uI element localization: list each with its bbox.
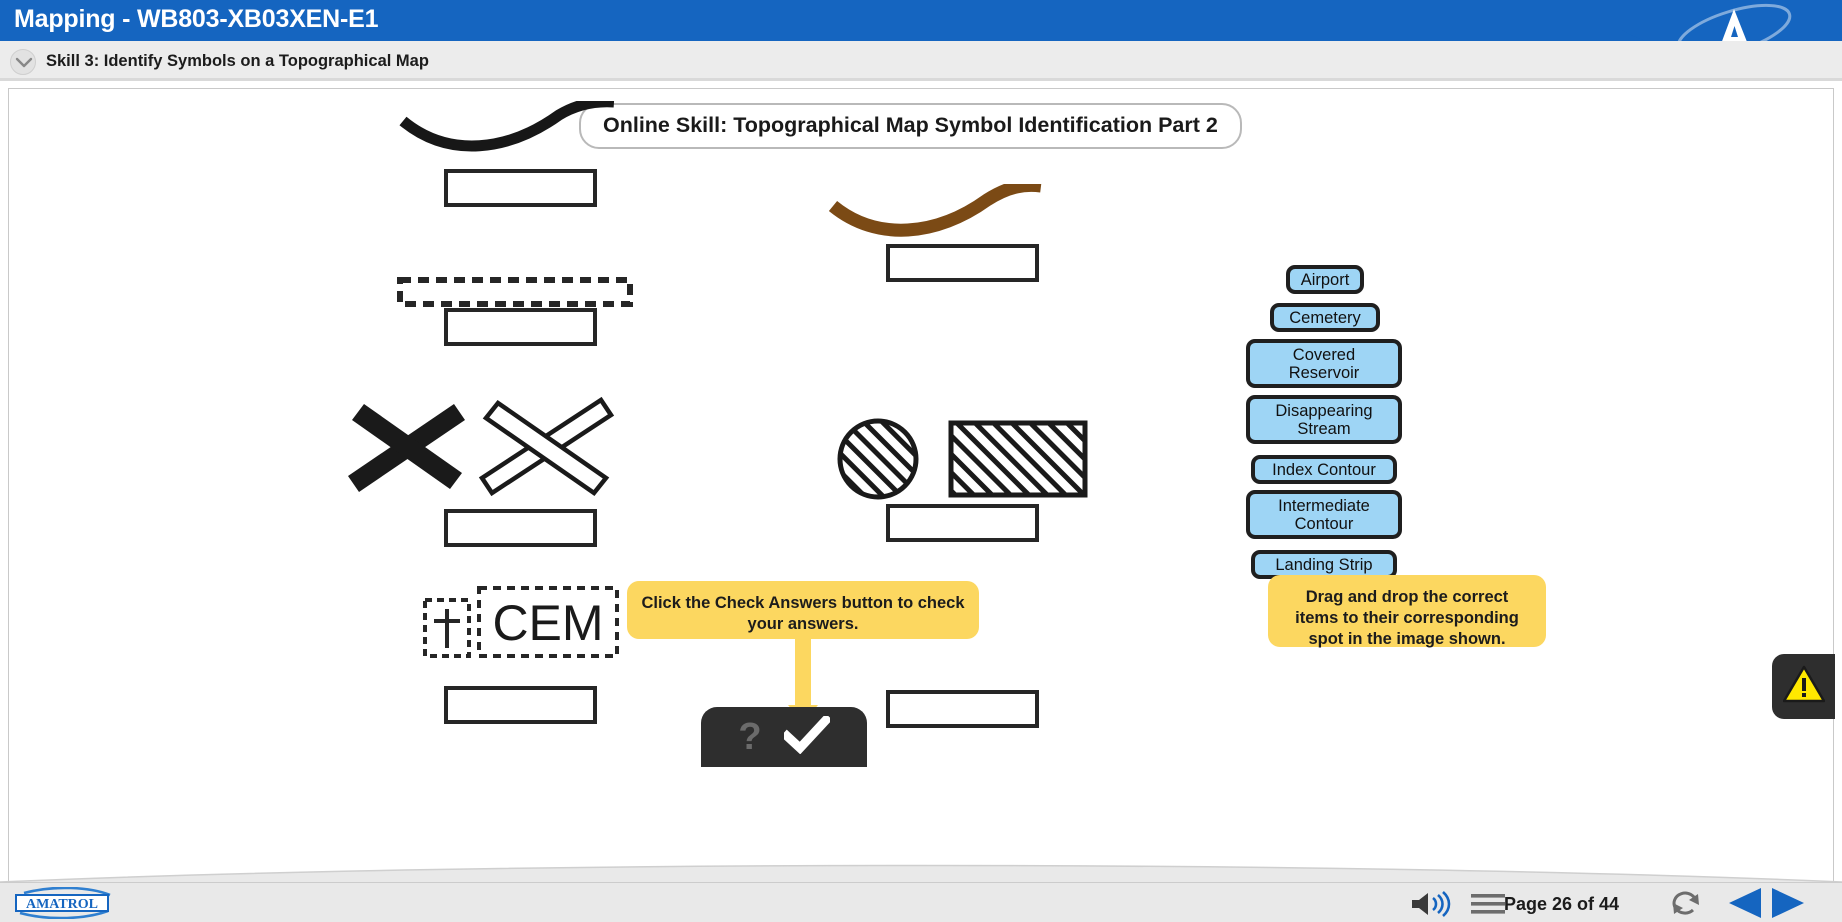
bottom-swoosh-divider <box>0 864 1842 882</box>
skill-banner: Online Skill: Topographical Map Symbol I… <box>579 103 1242 149</box>
title-bar: Mapping - WB803-XB03XEN-E1 <box>0 0 1842 41</box>
chip-covered-reservoir[interactable]: Covered Reservoir <box>1246 339 1402 388</box>
dropbox-intermediate-contour[interactable] <box>886 244 1039 282</box>
amatrol-brand-logo: AMATROL <box>15 887 111 919</box>
bottom-toolbar: AMATROL Page 26 of 44 <box>0 882 1842 922</box>
warning-badge[interactable] <box>1772 654 1835 719</box>
chip-disappearing-stream[interactable]: Disappearing Stream <box>1246 395 1402 444</box>
dropbox-cemetery[interactable] <box>444 686 597 724</box>
question-mark-icon[interactable]: ? <box>738 718 761 756</box>
dropbox-airport[interactable] <box>444 509 597 547</box>
checkmark-icon[interactable] <box>780 713 832 759</box>
dropbox-index-contour[interactable] <box>444 169 597 207</box>
warning-triangle-icon <box>1782 665 1825 708</box>
check-answers-tooltip: Click the Check Answers button to check … <box>627 581 979 639</box>
skill-title: Skill 3: Identify Symbols on a Topograph… <box>46 52 429 70</box>
cemetery-label: CEM <box>492 595 603 651</box>
lesson-stage: Online Skill: Topographical Map Symbol I… <box>8 88 1835 882</box>
speaker-volume-icon[interactable] <box>1409 891 1455 922</box>
chip-label: Landing Strip <box>1275 555 1373 574</box>
cemetery-symbol: CEM <box>423 586 619 658</box>
chip-airport[interactable]: Airport <box>1286 265 1364 294</box>
covered-reservoir-symbol <box>837 418 1088 500</box>
subheader-divider <box>0 78 1842 81</box>
chip-label: Intermediate Contour <box>1278 496 1370 533</box>
dropbox-covered-reservoir[interactable] <box>886 504 1039 542</box>
airport-symbol <box>348 396 615 497</box>
chip-index-contour[interactable]: Index Contour <box>1251 455 1397 484</box>
skill-subheader: Skill 3: Identify Symbols on a Topograph… <box>0 41 1842 81</box>
chip-label: Covered Reservoir <box>1288 345 1360 382</box>
check-answers-tooltip-text: Click the Check Answers button to check … <box>641 594 965 633</box>
drag-drop-tooltip: Drag and drop the correct items to their… <box>1268 575 1546 648</box>
chip-cemetery[interactable]: Cemetery <box>1270 303 1380 332</box>
chip-label: Disappearing Stream <box>1275 401 1373 438</box>
hamburger-menu-icon[interactable] <box>1471 893 1505 920</box>
amatrol-wordmark: AMATROL <box>26 897 98 912</box>
chip-label: Index Contour <box>1272 460 1376 479</box>
window-title: Mapping - WB803-XB03XEN-E1 <box>14 5 379 33</box>
chip-label: Airport <box>1300 270 1350 289</box>
refresh-icon[interactable] <box>1671 891 1701 922</box>
check-answers-bar[interactable]: ? <box>701 707 867 767</box>
collapse-toggle-button[interactable] <box>10 49 36 75</box>
next-page-arrow-icon[interactable] <box>1772 888 1804 918</box>
dropbox-disappearing-stream[interactable] <box>886 690 1039 728</box>
check-answers-tooltip-stem <box>795 637 811 707</box>
chip-label: Cemetery <box>1289 308 1361 327</box>
application-window: Mapping - WB803-XB03XEN-E1 Skill 3: Iden… <box>0 0 1842 922</box>
drag-drop-tooltip-text: Drag and drop the correct items to their… <box>1295 588 1519 648</box>
index-contour-symbol <box>399 101 615 152</box>
dropbox-landing-strip[interactable] <box>444 308 597 346</box>
previous-page-arrow-icon[interactable] <box>1729 888 1761 918</box>
intermediate-contour-symbol <box>829 184 1042 237</box>
chip-intermediate-contour[interactable]: Intermediate Contour <box>1246 490 1402 539</box>
page-indicator: Page 26 of 44 <box>1504 894 1620 914</box>
